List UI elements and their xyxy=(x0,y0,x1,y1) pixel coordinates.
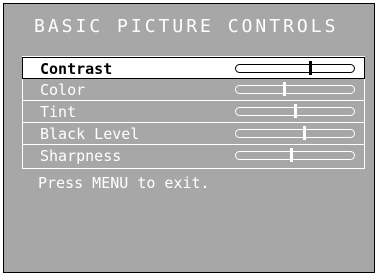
menu-item-label: Color xyxy=(40,81,86,99)
menu-item-color[interactable]: Color xyxy=(23,79,364,101)
slider-thumb[interactable] xyxy=(283,82,287,96)
menu-item-label: Black Level xyxy=(40,125,140,143)
menu-item-label: Contrast xyxy=(40,60,113,78)
slider-thumb[interactable] xyxy=(303,126,307,140)
menu-item-label: Sharpness xyxy=(40,147,122,165)
black-level-slider[interactable] xyxy=(235,126,355,140)
osd-screen: BASIC PICTURE CONTROLS Contrast Color Ti… xyxy=(3,3,375,273)
menu-item-label: Tint xyxy=(40,103,77,121)
menu-item-black-level[interactable]: Black Level xyxy=(23,123,364,145)
menu-item-contrast[interactable]: Contrast xyxy=(22,57,365,79)
exit-hint: Press MENU to exit. xyxy=(38,174,210,192)
tint-slider[interactable] xyxy=(235,104,355,118)
slider-thumb[interactable] xyxy=(294,104,297,118)
color-slider[interactable] xyxy=(235,82,355,96)
sharpness-slider[interactable] xyxy=(235,148,355,162)
menu-item-sharpness[interactable]: Sharpness xyxy=(23,145,364,167)
picture-controls-list: Contrast Color Tint Black Level Sharpnes xyxy=(22,56,365,169)
osd-title: BASIC PICTURE CONTROLS xyxy=(34,16,339,37)
slider-thumb[interactable] xyxy=(309,61,313,75)
contrast-slider[interactable] xyxy=(235,61,355,75)
menu-item-tint[interactable]: Tint xyxy=(23,101,364,123)
slider-thumb[interactable] xyxy=(290,148,294,162)
